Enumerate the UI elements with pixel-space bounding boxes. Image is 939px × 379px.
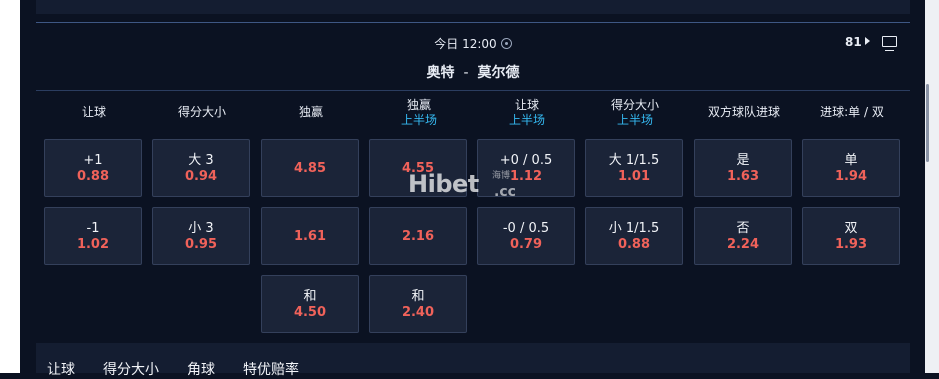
scrollbar-thumb[interactable] <box>926 84 929 162</box>
odds-selection-label: 和 <box>303 289 317 304</box>
odds-button[interactable]: 否 2.24 <box>694 207 792 265</box>
odds-button[interactable]: 1.61 <box>261 207 359 265</box>
column-header: 得分大小 上半场 <box>585 98 685 128</box>
odds-button[interactable]: 双 1.93 <box>802 207 900 265</box>
right-page-margin <box>925 0 939 373</box>
column-header-label: 让球 <box>514 98 539 112</box>
odds-selection-label: 和 <box>411 289 425 304</box>
column-header-label: 得分大小 <box>177 105 226 119</box>
divider <box>36 90 910 91</box>
odds-selection-label: +0 / 0.5 <box>499 153 553 168</box>
odds-value: 0.79 <box>509 237 543 252</box>
market-tab-bar: 让球 得分大小 角球 特优赔率 <box>36 343 910 378</box>
previous-match-panel <box>36 0 910 14</box>
odds-value: 2.24 <box>726 237 760 252</box>
odds-value: 1.93 <box>834 237 868 252</box>
column-header-label: 得分大小 <box>610 98 659 112</box>
chevron-right-icon[interactable] <box>865 37 870 45</box>
odds-value: 1.94 <box>834 169 868 184</box>
odds-button[interactable]: 4.55 <box>369 139 467 197</box>
odds-selection-label: 小 3 <box>188 221 214 236</box>
column-header: 独赢 上半场 <box>369 98 469 128</box>
odds-button[interactable]: 4.85 <box>261 139 359 197</box>
column-header-period: 上半场 <box>616 113 653 127</box>
tab-over-under[interactable]: 得分大小 <box>103 359 159 379</box>
column-header-label: 独赢 <box>298 105 323 119</box>
odds-button[interactable]: 小 3 0.95 <box>152 207 250 265</box>
odds-button[interactable]: 2.16 <box>369 207 467 265</box>
match-teams: 奥特 - 莫尔德 <box>36 62 910 82</box>
odds-selection-label: 大 1/1.5 <box>608 153 660 168</box>
odds-value: 0.95 <box>184 237 218 252</box>
column-header-label: 双方球队进球 <box>707 105 780 119</box>
left-page-margin <box>0 0 20 373</box>
tab-handicap[interactable]: 让球 <box>47 359 75 379</box>
odds-value: 0.94 <box>184 169 218 184</box>
column-header: 让球 上半场 <box>477 98 577 128</box>
odds-button[interactable]: 小 1/1.5 0.88 <box>585 207 683 265</box>
odds-value: 2.40 <box>401 305 435 320</box>
column-header-period: 上半场 <box>508 113 545 127</box>
odds-button[interactable]: 和 2.40 <box>369 275 467 333</box>
column-header: 双方球队进球 <box>694 98 794 120</box>
column-header-label: 让球 <box>81 105 106 119</box>
odds-selection-label: 大 3 <box>188 153 214 168</box>
column-header: 得分大小 <box>152 98 252 120</box>
home-team: 奥特 <box>426 65 455 81</box>
column-header: 让球 <box>44 98 144 120</box>
odds-value: 0.88 <box>76 169 110 184</box>
odds-selection-label: 否 <box>736 221 750 236</box>
column-header: 独赢 <box>261 98 361 120</box>
odds-selection-label: 是 <box>736 153 750 168</box>
match-time: 今日 12:00 <box>36 35 910 52</box>
tab-corners[interactable]: 角球 <box>187 359 215 379</box>
odds-button[interactable]: +0 / 0.5 1.12 <box>477 139 575 197</box>
odds-value: 1.02 <box>76 237 110 252</box>
odds-value: 1.01 <box>617 169 651 184</box>
odds-value: 1.12 <box>509 169 543 184</box>
odds-value: 0.88 <box>617 237 651 252</box>
odds-button[interactable]: 是 1.63 <box>694 139 792 197</box>
tv-icon[interactable] <box>882 36 897 51</box>
odds-value: 1.63 <box>726 169 760 184</box>
column-header-period: 上半场 <box>400 113 437 127</box>
odds-selection-label: -1 <box>86 221 100 236</box>
odds-value: 4.55 <box>401 161 435 176</box>
odds-button[interactable]: 和 4.50 <box>261 275 359 333</box>
odds-selection-label: 单 <box>844 153 858 168</box>
odds-selection-label: 双 <box>844 221 858 236</box>
team-separator: - <box>463 65 469 81</box>
match-header: 今日 12:00 81 奥特 - 莫尔德 <box>36 23 910 91</box>
odds-selection-label: -0 / 0.5 <box>502 221 550 236</box>
column-header: 进球:单 / 双 <box>802 98 902 120</box>
odds-value: 2.16 <box>401 229 435 244</box>
odds-button[interactable]: -1 1.02 <box>44 207 142 265</box>
odds-value: 4.50 <box>293 305 327 320</box>
odds-button[interactable]: 大 1/1.5 1.01 <box>585 139 683 197</box>
match-time-text: 今日 12:00 <box>434 37 497 51</box>
more-markets-count[interactable]: 81 <box>845 35 862 49</box>
odds-button[interactable]: 大 3 0.94 <box>152 139 250 197</box>
odds-value: 4.85 <box>293 161 327 176</box>
column-header-label: 进球:单 / 双 <box>820 105 884 119</box>
away-team: 莫尔德 <box>477 65 520 81</box>
odds-button[interactable]: +1 0.88 <box>44 139 142 197</box>
odds-button[interactable]: -0 / 0.5 0.79 <box>477 207 575 265</box>
odds-value: 1.61 <box>293 229 327 244</box>
column-header-label: 独赢 <box>406 98 431 112</box>
live-clock-icon <box>500 38 512 49</box>
tab-special-odds[interactable]: 特优赔率 <box>243 359 299 379</box>
odds-selection-label: 小 1/1.5 <box>608 221 660 236</box>
odds-button[interactable]: 单 1.94 <box>802 139 900 197</box>
odds-selection-label: +1 <box>83 153 103 168</box>
